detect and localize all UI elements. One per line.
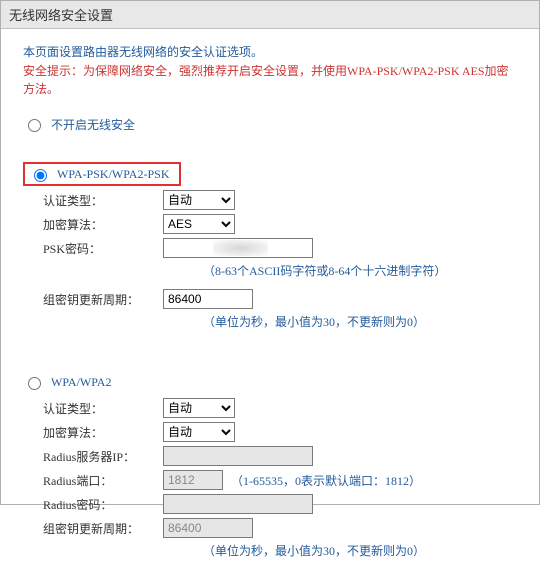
psk-password-label: PSK密码： — [43, 240, 163, 257]
rekey-hint-psk: （单位为秒，最小值为30，不更新则为0） — [203, 313, 517, 330]
security-tip: 安全提示：为保障网络安全，强烈推荐开启安全设置，并使用WPA-PSK/WPA2-… — [23, 62, 517, 98]
radius-port-label: Radius端口： — [43, 472, 163, 489]
rekey-label-psk: 组密钥更新周期： — [43, 291, 163, 308]
radius-port-hint: （1-65535，0表示默认端口：1812） — [231, 472, 421, 489]
radio-no-security[interactable] — [28, 119, 41, 132]
radio-wpa[interactable] — [28, 377, 41, 390]
radius-pw-label: Radius密码： — [43, 496, 163, 513]
psk-password-hint: （8-63个ASCII码字符或8-64个十六进制字符） — [203, 262, 517, 279]
content-area: 本页面设置路由器无线网络的安全认证选项。 安全提示：为保障网络安全，强烈推荐开启… — [1, 29, 539, 569]
algo-label: 加密算法： — [43, 216, 163, 233]
radio-wpa-label: WPA/WPA2 — [51, 375, 111, 390]
auth-type-select-psk[interactable]: 自动 — [163, 190, 235, 210]
radio-wpa-psk[interactable] — [34, 169, 47, 182]
auth-type-label-wpa: 认证类型： — [43, 400, 163, 417]
algo-select-wpa[interactable]: 自动 — [163, 422, 235, 442]
algo-select-psk[interactable]: AES — [163, 214, 235, 234]
rekey-label-wpa: 组密钥更新周期： — [43, 520, 163, 537]
radius-port-input — [163, 470, 223, 490]
radio-no-security-label: 不开启无线安全 — [51, 116, 135, 133]
intro-text: 本页面设置路由器无线网络的安全认证选项。 — [23, 43, 517, 60]
psk-password-input[interactable] — [163, 238, 313, 258]
rekey-hint-wpa: （单位为秒，最小值为30，不更新则为0） — [203, 542, 517, 559]
radius-ip-input — [163, 446, 313, 466]
auth-type-select-wpa[interactable]: 自动 — [163, 398, 235, 418]
auth-type-label: 认证类型： — [43, 192, 163, 209]
rekey-input-psk[interactable] — [163, 289, 253, 309]
radio-wpa-psk-label: WPA-PSK/WPA2-PSK — [57, 167, 169, 182]
window-title: 无线网络安全设置 — [1, 1, 539, 29]
radius-pw-input — [163, 494, 313, 514]
highlight-box: WPA-PSK/WPA2-PSK — [23, 162, 181, 186]
algo-label-wpa: 加密算法： — [43, 424, 163, 441]
rekey-input-wpa — [163, 518, 253, 538]
radius-ip-label: Radius服务器IP： — [43, 448, 163, 465]
